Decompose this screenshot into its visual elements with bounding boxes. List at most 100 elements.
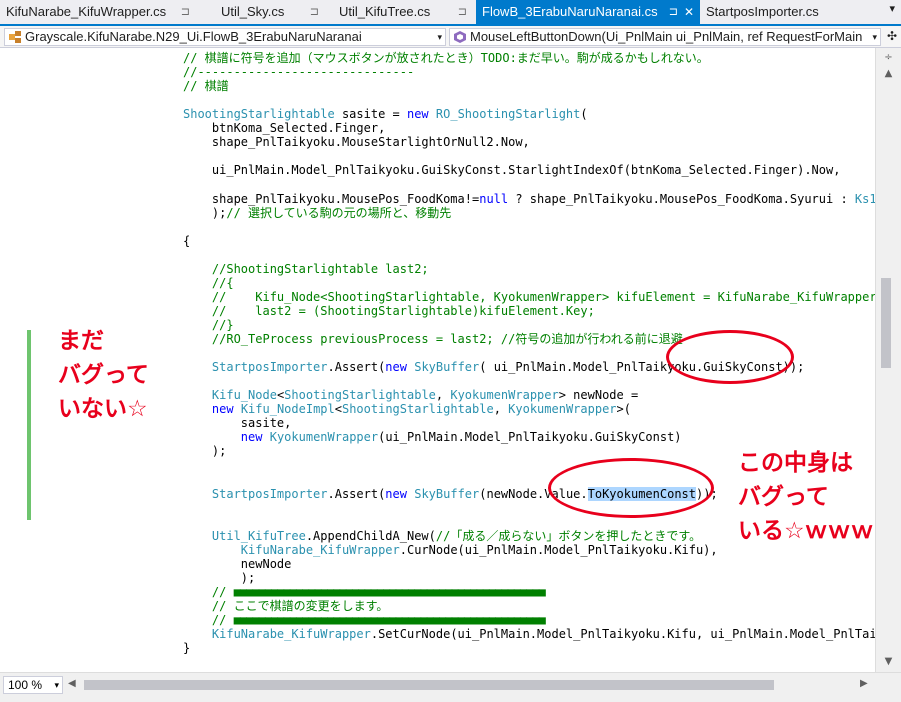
code-line[interactable]: sasite, [183, 416, 292, 431]
code-line[interactable]: newNode [183, 557, 292, 571]
code-token: StartposImporter [211, 360, 328, 375]
tab-startposimporter[interactable]: StartposImporter.cs [700, 0, 860, 24]
code-line[interactable]: // ■■■■■■■■■■■■■■■■■■■■■■■■■■■■■■■■■■■■■… [183, 585, 546, 599]
code-line[interactable]: );// 選択している駒の元の場所と、移動先 [183, 206, 451, 220]
code-editor[interactable]: // 棋譜に符号を追加（マウスボタンが放されたとき）TODO:まだ早い。駒が成る… [0, 48, 875, 672]
code-token: //------------------------------ [183, 65, 415, 80]
code-line[interactable]: ShootingStarlightable sasite = new RO_Sh… [183, 107, 588, 121]
scroll-left-icon[interactable]: ◀ [68, 678, 76, 689]
scroll-down-icon[interactable]: ▼ [876, 654, 901, 670]
code-token: // 棋譜 [183, 79, 229, 94]
code-token: shape_PnlTaikyoku.MousePos_FoodKoma!= [183, 191, 480, 206]
code-line[interactable]: } [183, 641, 190, 655]
method-icon [454, 31, 466, 43]
annotation-line: いない☆ [58, 396, 148, 422]
code-line[interactable]: Kifu_Node<ShootingStarlightable, Kyokume… [183, 388, 638, 402]
code-line[interactable]: // ここで棋譜の変更をします。 [183, 599, 388, 613]
horizontal-scroll-thumb[interactable] [84, 680, 774, 690]
code-token: (ui_PnlMain.Model_PnlTaikyoku.GuiSkyCons… [378, 430, 682, 445]
code-token: , [493, 402, 509, 417]
tab-flowb-3erabunarunaranai[interactable]: FlowB_3ErabuNaruNaranai.cs ⊐ ✕ [476, 0, 700, 24]
navigation-bar: Grayscale.KifuNarabe.N29_Ui.FlowB_3Erabu… [0, 26, 901, 48]
code-token: //RO_TeProcess previousProcess = last2; … [183, 332, 683, 346]
code-token: ui_PnlMain.Model_PnlTaikyoku.GuiSkyConst… [183, 163, 841, 178]
close-icon[interactable]: ✕ [684, 0, 694, 24]
scroll-right-icon[interactable]: ▶ [860, 678, 868, 689]
class-icon [9, 31, 21, 43]
code-line[interactable]: // last2 = (ShootingStarlightable)kifuEl… [183, 304, 595, 318]
code-token: sasite, [183, 416, 292, 431]
code-line[interactable]: ui_PnlMain.Model_PnlTaikyoku.GuiSkyConst… [183, 163, 841, 178]
tab-util-sky[interactable]: Util_Sky.cs ⊐ [215, 0, 325, 24]
code-line[interactable]: { [183, 234, 190, 248]
code-line[interactable]: Util_KifuTree.AppendChildA_New(//「成る／成らな… [183, 529, 701, 543]
code-token: ); [183, 444, 227, 459]
code-token: btnKoma_Selected.Finger, [183, 121, 386, 136]
code-line[interactable]: KifuNarabe_KifuWrapper.SetCurNode(ui_Pnl… [183, 627, 875, 641]
vertical-scroll-thumb[interactable] [881, 278, 891, 368]
pin-icon[interactable]: ⊐ [669, 0, 678, 24]
tab-list-dropdown-icon[interactable]: ▾ [889, 2, 895, 15]
code-line[interactable]: // 棋譜に符号を追加（マウスボタンが放されたとき）TODO:まだ早い。駒が成る… [183, 51, 709, 65]
code-token: Kifu_NodeImpl [240, 402, 335, 417]
code-token: // last2 = (ShootingStarlightable)kifuEl… [183, 303, 595, 318]
code-token: null [479, 191, 509, 206]
code-token: < [334, 402, 342, 417]
code-token: .Assert( [327, 486, 386, 501]
type-dropdown[interactable]: Grayscale.KifuNarabe.N29_Ui.FlowB_3Erabu… [4, 28, 446, 46]
chevron-down-icon: ▾ [872, 32, 877, 42]
code-token: SkyBuffer [414, 360, 480, 375]
code-line[interactable]: shape_PnlTaikyoku.MouseStarlightOrNull2.… [183, 135, 530, 149]
code-line[interactable]: // Kifu_Node<ShootingStarlightable, Kyok… [183, 290, 875, 304]
code-line[interactable]: btnKoma_Selected.Finger, [183, 121, 385, 135]
annotation-not-buggy: まだ バグって いない☆ [58, 324, 149, 426]
member-dropdown[interactable]: MouseLeftButtonDown(Ui_PnlMain ui_PnlMai… [449, 28, 881, 46]
code-token: >( [616, 402, 631, 417]
code-token: new [385, 486, 407, 501]
code-token: .CurNode(ui_PnlMain.Model_PnlTaikyoku.Ki… [399, 542, 718, 557]
code-token: ShootingStarlightable [183, 107, 335, 122]
tab-label: FlowB_3ErabuNaruNaranai.cs [482, 4, 658, 19]
code-token: KyokumenWrapper [269, 430, 379, 445]
split-window-icon[interactable]: ✣ [883, 28, 901, 46]
zoom-dropdown[interactable]: 100 % ▾ [3, 676, 63, 694]
code-token: new [385, 360, 407, 375]
code-line[interactable]: //{ [183, 276, 234, 290]
code-line[interactable]: // ■■■■■■■■■■■■■■■■■■■■■■■■■■■■■■■■■■■■■… [183, 613, 546, 627]
code-token: //} [183, 317, 234, 332]
pin-icon[interactable]: ⊐ [310, 0, 319, 24]
code-token: // 棋譜に符号を追加（マウスボタンが放されたとき）TODO:まだ早い。駒が成る… [183, 51, 709, 65]
pin-icon[interactable]: ⊐ [458, 0, 467, 24]
tab-util-kifutree[interactable]: Util_KifuTree.cs ⊐ [333, 0, 473, 24]
code-line[interactable]: //------------------------------ [183, 65, 414, 79]
tab-label: Util_KifuTree.cs [339, 4, 431, 19]
tab-label: StartposImporter.cs [706, 4, 819, 19]
code-line[interactable]: ); [183, 444, 226, 458]
pin-icon[interactable]: ⊐ [181, 0, 190, 24]
code-line[interactable]: new KyokumenWrapper(ui_PnlMain.Model_Pnl… [183, 430, 682, 444]
code-token: KifuNarabe_KifuWrapper [211, 627, 371, 642]
code-line[interactable]: //ShootingStarlightable last2; [183, 262, 429, 276]
code-token: RO_ShootingStarlight [435, 107, 581, 122]
zoom-value: 100 % [8, 678, 43, 692]
vertical-scrollbar[interactable]: ÷ ▲ ▼ [875, 48, 901, 672]
code-token: ); [183, 570, 256, 585]
code-line[interactable]: //RO_TeProcess previousProcess = last2; … [183, 332, 683, 346]
code-token: } [183, 641, 191, 656]
annotation-line: この中身は [738, 450, 853, 476]
scroll-up-icon[interactable]: ▲ [876, 66, 901, 82]
code-token: , [435, 388, 451, 403]
code-line[interactable]: //} [183, 318, 234, 332]
split-handle-icon[interactable]: ÷ [876, 50, 901, 66]
code-line[interactable]: ); [183, 571, 255, 585]
code-line[interactable]: KifuNarabe_KifuWrapper.CurNode(ui_PnlMai… [183, 543, 718, 557]
code-line[interactable]: shape_PnlTaikyoku.MousePos_FoodKoma!=nul… [183, 192, 875, 206]
tab-kifunarabe-kifuwrapper[interactable]: KifuNarabe_KifuWrapper.cs ⊐ [0, 0, 196, 24]
code-line[interactable]: // 棋譜 [183, 79, 229, 93]
code-line[interactable]: new Kifu_NodeImpl<ShootingStarlightable,… [183, 402, 631, 416]
